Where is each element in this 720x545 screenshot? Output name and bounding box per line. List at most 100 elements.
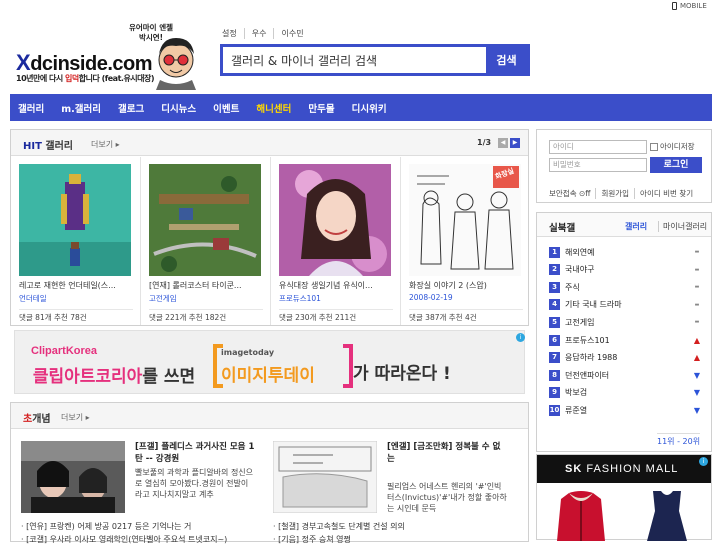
mall-header: SK FASHION MALL i — [537, 455, 711, 483]
article-thumbnail[interactable] — [21, 441, 125, 513]
product-dress-image[interactable] — [637, 489, 697, 541]
rank-item[interactable]: 4 기타 국내 드라마 ▬ — [549, 298, 701, 312]
save-id-label: 아이디저장 — [660, 142, 695, 151]
concept-header: 초개념 더보기 ▸ — [11, 403, 528, 429]
save-id-checkbox[interactable]: 아이디저장 — [650, 141, 695, 152]
nav-mall[interactable]: 만두몰 — [308, 101, 334, 115]
nav-wiki[interactable]: 디시위키 — [352, 101, 387, 115]
hit-card[interactable]: 유식대장 생일기념 유식이... 프로듀스101 댓글 230개 추천 211건 — [271, 157, 401, 325]
concept-title-rest: 개념 — [32, 414, 51, 425]
rank-gallery-name: 주식 — [565, 282, 580, 292]
nav-dcnews[interactable]: 디시뉴스 — [161, 101, 196, 115]
nav-gallery[interactable]: 갤러리 — [18, 101, 44, 115]
mobile-link[interactable]: MOBILE — [672, 2, 707, 10]
realtime-header: 실북갤 갤러리 마이너갤러리 — [537, 213, 711, 237]
rank-number: 5 — [549, 316, 560, 328]
product-jacket-image[interactable] — [551, 489, 611, 541]
article-summary[interactable]: 필리업스 어네스트 헨리의 '#'인빅터스(Invictus)'#'내가 정할 … — [387, 481, 507, 514]
trend-same-icon: ▬ — [694, 249, 700, 255]
rank-item[interactable]: 5 고전게임 ▬ — [549, 315, 701, 329]
card-thumbnail[interactable] — [149, 164, 261, 276]
hit-title-rest: 갤러리 — [41, 141, 74, 152]
search-input[interactable] — [223, 47, 486, 73]
rank-item[interactable]: 3 주식 ▬ — [549, 280, 701, 294]
rank-gallery-name: 기타 국내 드라마 — [565, 300, 622, 310]
hit-gallery-panel: HIT 갤러리 더보기 ▸ 1/3 ◀ ▶ 레고로 재현한 언더테일(스... … — [10, 129, 529, 326]
ad-left-pink: 클립아트코리아 — [32, 367, 143, 387]
rank-item[interactable]: 6 프로듀스101 ▲ — [549, 333, 701, 347]
hit-card[interactable]: 화장실 화장실 이야기 2 (스압) 2008-02-19 댓글 387개 추천… — [401, 157, 531, 325]
hit-next-button[interactable]: ▶ — [510, 138, 520, 148]
ad-bracket-right — [343, 344, 353, 388]
card-thumbnail[interactable] — [279, 164, 391, 276]
rank-number: 2 — [549, 264, 560, 276]
tab-minor-gallery[interactable]: 마이너갤러리 — [658, 221, 707, 232]
card-title[interactable]: 레고로 재현한 언더테일(스... — [19, 280, 137, 291]
trend-same-icon: ▬ — [694, 301, 700, 308]
trend-same-icon: ▬ — [694, 319, 700, 326]
concept-title-accent: 초 — [23, 414, 33, 425]
card-title[interactable]: [연재] 롤러코스터 타이쿤... — [149, 280, 267, 291]
rank-gallery-name: 박보검 — [565, 388, 588, 398]
realtime-title: 실북갤 — [549, 223, 576, 234]
hit-more-link[interactable]: 더보기 ▸ — [91, 139, 120, 150]
rank-range-link[interactable]: 11위 - 20위 — [657, 433, 701, 447]
hit-card[interactable]: [연재] 롤러코스터 타이쿤... 고전게임 댓글 221개 추천 182건 — [141, 157, 271, 325]
tab-gallery[interactable]: 갤러리 — [625, 221, 647, 232]
mall-ad[interactable]: SK FASHION MALL i — [536, 454, 712, 541]
ad-sub: imagetoday — [221, 348, 275, 357]
tagline-pre: 10년만에 다시 — [16, 74, 66, 83]
secure-login-toggle[interactable]: 보안접속 ⊙ff — [549, 188, 595, 199]
mall-info-icon[interactable]: i — [699, 457, 708, 466]
checkbox-icon — [650, 142, 658, 151]
card-stats: 댓글 230개 추천 211건 — [279, 309, 393, 323]
article-title[interactable]: [엔갤] [금조만화] 정복불 수 없는 — [387, 441, 507, 465]
concept-more-link[interactable]: 더보기 ▸ — [61, 412, 90, 423]
card-gallery[interactable]: 프로듀스101 — [279, 293, 321, 304]
card-gallery[interactable]: 고전게임 — [149, 293, 177, 304]
mall-title: SK FASHION MALL — [565, 463, 678, 475]
trend-down-icon: ▼ — [693, 388, 701, 398]
hit-prev-button[interactable]: ◀ — [498, 138, 508, 148]
trend-up-icon: ▲ — [693, 335, 701, 345]
login-button[interactable]: 로그인 — [650, 157, 702, 173]
article-thumbnail[interactable] — [273, 441, 377, 513]
rank-number: 1 — [549, 246, 560, 258]
trend-same-icon: ▬ — [694, 284, 700, 291]
card-title[interactable]: 화장실 이야기 2 (스압) — [409, 280, 527, 291]
nav-m-gallery[interactable]: m.갤러리 — [61, 101, 101, 115]
ad-right-text: 가 따라온다 ! — [353, 364, 451, 384]
id-input[interactable]: 아이디 — [549, 140, 647, 154]
concept-list-item[interactable]: · [철갤] 경부고속철도 단계별 건설 의의 — [273, 521, 405, 532]
trend-down-icon: ▼ — [693, 405, 701, 415]
article-title[interactable]: [프갤] 플레디스 과거사진 모음 1탄 -- 강경원 — [135, 441, 255, 465]
search-button[interactable]: 검색 — [486, 47, 527, 73]
find-account-link[interactable]: 아이디 비번 찾기 — [634, 188, 698, 199]
quick-link-user[interactable]: 이수민 — [273, 28, 310, 39]
rank-item[interactable]: 9 박보검 ▼ — [549, 386, 701, 400]
nav-center[interactable]: 해니센터 — [256, 101, 291, 115]
card-thumbnail[interactable] — [409, 164, 521, 276]
rank-item[interactable]: 2 국내야구 ▬ — [549, 263, 701, 277]
rank-item[interactable]: 10 류준열 ▼ — [549, 403, 701, 417]
quick-link-settings[interactable]: 설정 — [222, 28, 244, 39]
rank-item[interactable]: 1 해외연예 ▬ — [549, 245, 701, 259]
rank-gallery-name: 국내야구 — [565, 265, 595, 275]
card-title[interactable]: 유식대장 생일기념 유식이... — [279, 280, 397, 291]
card-thumbnail[interactable] — [19, 164, 131, 276]
rank-item[interactable]: 7 응답하라 1988 ▲ — [549, 351, 701, 365]
nav-event[interactable]: 이벤트 — [213, 101, 239, 115]
article-summary[interactable]: 빨보풀의 과학과 플디알바의 정신으로 열심히 모아봤다.경원이 전발이라고 지… — [135, 467, 255, 500]
login-links: 보안접속 ⊙ff 회원가입 아이디 비번 찾기 — [549, 188, 698, 199]
password-input[interactable]: 비밀번호 — [549, 158, 647, 172]
nav-gallog[interactable]: 갤로그 — [118, 101, 144, 115]
card-gallery[interactable]: 언더테일 — [19, 293, 47, 304]
concept-list-item[interactable]: · [연유] 프랑켄) 어제 방공 0217 등은 기억나는 거 — [21, 521, 191, 532]
quick-link-best[interactable]: 우수 — [243, 28, 274, 39]
rank-number: 6 — [549, 334, 560, 346]
ad-info-icon[interactable]: i — [516, 333, 525, 342]
rank-item[interactable]: 8 던전앤파이터 ▼ — [549, 368, 701, 382]
hit-card[interactable]: 레고로 재현한 언더테일(스... 언더테일 댓글 81개 추천 78건 — [11, 157, 141, 325]
signup-link[interactable]: 회원가입 — [595, 188, 634, 199]
ad-banner[interactable]: ClipartKorea 클립아트코리아를 쓰면 imagetoday 이미지투… — [14, 330, 525, 394]
